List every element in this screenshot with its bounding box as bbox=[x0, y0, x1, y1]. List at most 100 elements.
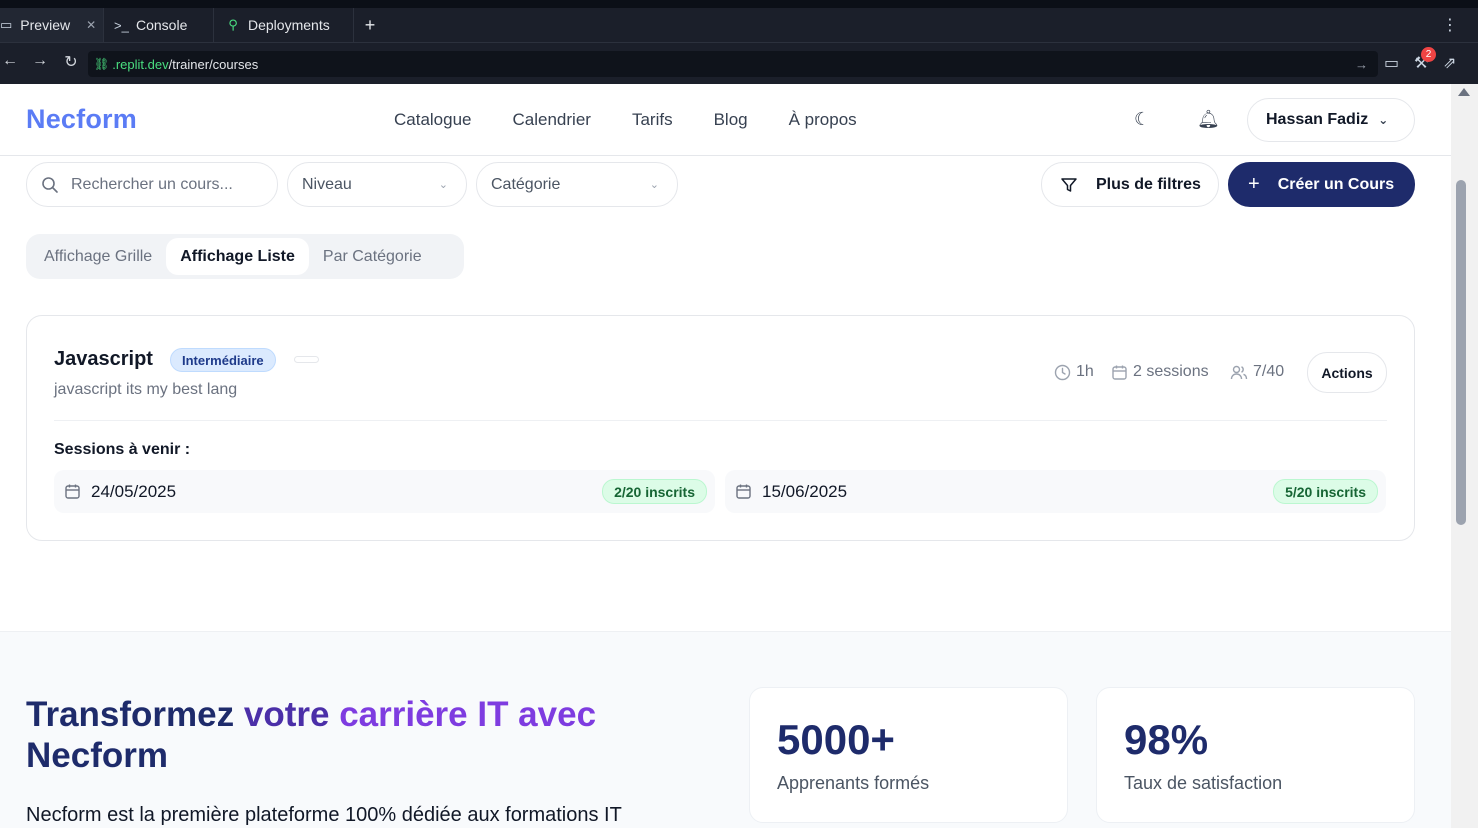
promo-title: Transformez votre carrière IT avec Necfo… bbox=[26, 694, 726, 776]
site-logo[interactable]: Necform bbox=[26, 104, 137, 135]
session-enrollment-badge: 5/20 inscrits bbox=[1273, 479, 1378, 504]
session-date: 15/06/2025 bbox=[762, 481, 848, 501]
nav-blog[interactable]: Blog bbox=[714, 110, 748, 130]
more-filters-label: Plus de filtres bbox=[1096, 175, 1201, 193]
calendar-icon bbox=[736, 484, 751, 499]
course-duration: 1h bbox=[1054, 363, 1094, 381]
main-nav: Catalogue Calendrier Tarifs Blog À propo… bbox=[394, 110, 857, 130]
session-item[interactable]: 24/05/2025 2/20 inscrits bbox=[54, 470, 715, 513]
stat-value: 98% bbox=[1124, 716, 1209, 763]
site-header: Necform Catalogue Calendrier Tarifs Blog… bbox=[0, 84, 1451, 156]
url-domain: .replit.dev bbox=[112, 56, 169, 72]
enrolled-value: 7/40 bbox=[1253, 363, 1285, 380]
sessions-count-value: 2 sessions bbox=[1133, 363, 1209, 380]
tab-preview-label: Preview bbox=[20, 17, 71, 33]
session-item[interactable]: 15/06/2025 5/20 inscrits bbox=[725, 470, 1386, 513]
tab-grid-view[interactable]: Affichage Grille bbox=[30, 238, 166, 275]
tab-deployments[interactable]: ⚲ Deployments bbox=[214, 8, 354, 42]
close-icon[interactable]: ✕ bbox=[86, 18, 96, 32]
calendar-icon bbox=[65, 484, 80, 499]
tab-preview[interactable]: ▭ Preview ✕ bbox=[0, 8, 104, 42]
tools-badge: 2 bbox=[1421, 47, 1436, 62]
stat-label: Apprenants formés bbox=[777, 773, 930, 793]
level-select-value: Niveau bbox=[302, 175, 352, 193]
promo-title-part3: carrière IT avec bbox=[339, 695, 597, 734]
nav-catalogue[interactable]: Catalogue bbox=[394, 110, 472, 130]
stat-label: Taux de satisfaction bbox=[1124, 773, 1283, 793]
reload-icon[interactable]: ↻ bbox=[61, 52, 81, 72]
tab-console[interactable]: >_ Console bbox=[104, 8, 214, 42]
course-card: Javascript Intermédiaire javascript its … bbox=[26, 315, 1415, 541]
stat-card: 98% Taux de satisfaction bbox=[1096, 687, 1415, 823]
clock-icon bbox=[1054, 364, 1071, 380]
go-arrow-icon[interactable]: → bbox=[1355, 57, 1368, 72]
promo-title-part1: Transformez bbox=[26, 695, 235, 734]
search-icon bbox=[42, 176, 58, 193]
url-field[interactable]: ⛓ .replit.dev /trainer/courses → bbox=[88, 51, 1378, 77]
promo-section: Transformez votre carrière IT avec Necfo… bbox=[0, 631, 1451, 828]
search-input[interactable] bbox=[71, 175, 251, 194]
chevron-down-icon: ⌄ bbox=[1378, 113, 1389, 127]
device-icon[interactable]: ▭ bbox=[1384, 53, 1399, 73]
promo-title-part2: votre bbox=[243, 695, 330, 734]
browser-tab-bar: ▭ Preview ✕ >_ Console ⚲ Deployments + bbox=[0, 8, 1478, 42]
tab-deployments-label: Deployments bbox=[248, 17, 330, 33]
forward-icon[interactable]: → bbox=[30, 52, 50, 70]
stat-card: 5000+ Apprenants formés bbox=[749, 687, 1068, 823]
stat-value: 5000+ bbox=[777, 716, 895, 763]
scroll-up-arrow-icon[interactable] bbox=[1458, 88, 1470, 96]
category-select-value: Catégorie bbox=[491, 175, 561, 193]
promo-title-part4: Necform bbox=[26, 736, 168, 775]
course-enrolled: 7/40 bbox=[1230, 363, 1284, 381]
page-scrollbar[interactable] bbox=[1451, 84, 1478, 828]
more-options-icon[interactable]: ⋮ bbox=[1442, 8, 1458, 42]
tab-category-view[interactable]: Par Catégorie bbox=[309, 238, 436, 275]
actions-button[interactable]: Actions bbox=[1307, 352, 1387, 393]
create-course-button[interactable]: + Créer un Cours bbox=[1228, 162, 1415, 207]
address-bar: ← → ↻ ⛓ .replit.dev /trainer/courses → ▭… bbox=[0, 42, 1478, 84]
users-icon bbox=[1230, 365, 1248, 379]
user-name: Hassan Fadiz bbox=[1266, 111, 1369, 128]
user-menu-button[interactable]: Hassan Fadiz ⌄ bbox=[1247, 98, 1415, 142]
promo-text: Necform est la première plateforme 100% … bbox=[26, 804, 622, 826]
more-filters-button[interactable]: Plus de filtres bbox=[1041, 162, 1219, 207]
category-select[interactable]: Catégorie ⌄ bbox=[476, 162, 678, 207]
card-divider bbox=[54, 420, 1387, 421]
scroll-thumb[interactable] bbox=[1456, 180, 1466, 525]
chevron-down-icon: ⌄ bbox=[438, 179, 448, 191]
chevron-down-icon: ⌄ bbox=[649, 179, 659, 191]
course-description: javascript its my best lang bbox=[54, 381, 238, 398]
deploy-icon: ⚲ bbox=[228, 17, 238, 32]
plus-icon: + bbox=[1248, 173, 1260, 195]
link-icon: ⛓ bbox=[94, 57, 110, 71]
back-icon[interactable]: ← bbox=[0, 52, 20, 70]
view-toggle: Affichage Grille Affichage Liste Par Cat… bbox=[26, 234, 464, 279]
url-path: /trainer/courses bbox=[168, 56, 259, 72]
monitor-icon: ▭ bbox=[0, 17, 13, 32]
nav-a-propos[interactable]: À propos bbox=[789, 110, 857, 130]
window-top-strip bbox=[0, 0, 1478, 8]
external-link-icon[interactable]: ⇗ bbox=[1443, 53, 1456, 73]
moon-icon[interactable]: ☾ bbox=[1134, 109, 1150, 130]
empty-category-badge bbox=[294, 356, 319, 363]
level-badge: Intermédiaire bbox=[170, 348, 276, 372]
session-enrollment-badge: 2/20 inscrits bbox=[602, 479, 707, 504]
upcoming-sessions-label: Sessions à venir : bbox=[54, 441, 191, 458]
create-course-label: Créer un Cours bbox=[1277, 175, 1395, 193]
search-box[interactable] bbox=[26, 162, 278, 207]
filter-icon bbox=[1061, 177, 1077, 192]
tab-list-view[interactable]: Affichage Liste bbox=[166, 238, 309, 275]
session-date: 24/05/2025 bbox=[91, 481, 177, 501]
course-title[interactable]: Javascript bbox=[54, 348, 153, 371]
course-sessions-count: 2 sessions bbox=[1111, 363, 1209, 381]
terminal-icon: >_ bbox=[114, 17, 129, 33]
nav-calendrier[interactable]: Calendrier bbox=[513, 110, 591, 130]
duration-value: 1h bbox=[1076, 363, 1094, 380]
page-content: Necform Catalogue Calendrier Tarifs Blog… bbox=[0, 84, 1451, 828]
calendar-icon bbox=[1112, 365, 1127, 380]
tab-console-label: Console bbox=[136, 17, 188, 33]
new-tab-button[interactable]: + bbox=[354, 8, 386, 42]
nav-tarifs[interactable]: Tarifs bbox=[632, 110, 673, 130]
bell-icon[interactable]: 🔔︎ bbox=[1197, 109, 1220, 130]
level-select[interactable]: Niveau ⌄ bbox=[287, 162, 467, 207]
